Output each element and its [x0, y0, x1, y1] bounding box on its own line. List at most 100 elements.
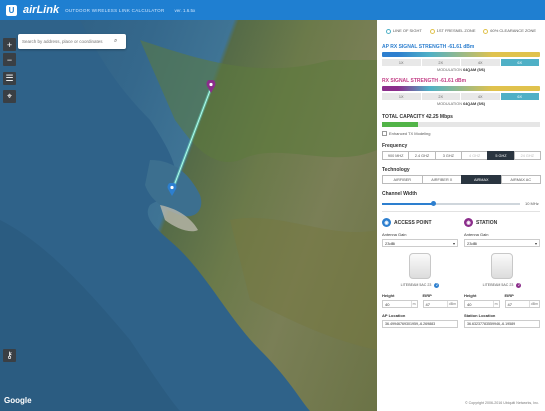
google-attribution: Google — [4, 396, 32, 405]
slider-fill — [382, 202, 434, 205]
legend-line-of-sight: LINE OF SIGHT — [385, 28, 422, 34]
technology-label: Technology — [382, 167, 410, 173]
fresnel-dot-icon — [429, 28, 435, 34]
station-column: ◉ STATION Antenna Gain 23dBi ▾ LITEBEAM … — [464, 218, 540, 328]
tech-airfiber[interactable]: AIRFIBER — [382, 175, 423, 184]
station-device-image — [464, 251, 540, 281]
access-point-column: ◉ ACCESS POINT Antenna Gain 23dBi ▾ LITE… — [382, 218, 458, 328]
link-settings-panel: LINE OF SIGHT 1ST FRESNEL ZONE 60% CLEAR… — [377, 20, 545, 411]
access-point-header: ◉ ACCESS POINT — [382, 218, 458, 227]
key-icon[interactable]: ⚷ — [3, 349, 16, 362]
frequency-selector: 900 MHZ 2.4 GHZ 3 GHZ 4 GHZ 5 GHZ 24 GHZ — [382, 151, 541, 160]
station-level-row: 1X 2X 4X 6X — [382, 93, 540, 100]
ap-height-input[interactable]: 40 m — [382, 300, 418, 308]
tech-airmax[interactable]: AIRMAX — [461, 175, 502, 184]
channel-width-label: Channel Width — [382, 191, 417, 197]
technology-selector: AIRFIBER AIRFIBER X AIRMAX AIRMAX AC — [382, 175, 541, 184]
ap-level-2x: 2X — [421, 59, 461, 66]
station-location-label: Station Location — [464, 313, 496, 318]
search-icon[interactable]: ⌕ — [114, 38, 117, 45]
ap-height-label: Height — [382, 293, 395, 298]
ubiquiti-logo[interactable]: U — [6, 4, 17, 16]
app-brand: airLink — [23, 4, 60, 16]
app-version: ver. 1.6.5x — [174, 7, 196, 13]
map-terrain — [0, 20, 377, 411]
freq-5ghz[interactable]: 5 GHZ — [487, 151, 515, 160]
station-height-eirp: Height 40 m EIRP 47 dBm — [464, 293, 540, 308]
station-signal-bar — [382, 86, 540, 91]
ap-signal-bar — [382, 52, 540, 57]
location-icon[interactable]: ⌖ — [3, 90, 16, 103]
station-level-1x: 1X — [382, 93, 422, 100]
ap-signal-title: AP RX SIGNAL STRENGTH -61.61 dBm — [382, 44, 475, 50]
ap-device-image — [382, 251, 458, 281]
freq-4ghz[interactable]: 4 GHZ — [460, 151, 489, 160]
ap-marker-icon[interactable] — [167, 183, 177, 196]
antenna-dish-icon — [409, 253, 431, 279]
capacity-fill — [382, 122, 419, 127]
clearance-dot-icon — [483, 28, 489, 34]
station-marker-icon[interactable] — [206, 80, 216, 93]
station-height-group: Height 40 m — [464, 293, 500, 308]
freq-2-4ghz[interactable]: 2.4 GHZ — [408, 151, 436, 160]
station-device-badge: 2 — [516, 283, 522, 288]
channel-width-value: 10 MHz — [525, 201, 539, 206]
satellite-map[interactable]: ⌕ + − ☰ ⌖ ⚷ Google — [0, 20, 377, 411]
ap-level-6x: 6X — [500, 59, 540, 66]
slider-knob[interactable] — [430, 201, 436, 206]
ap-level-4x: 4X — [461, 59, 501, 66]
slider-track[interactable] — [382, 202, 520, 205]
tech-airmax-ac[interactable]: AIRMAX AC — [500, 175, 541, 184]
legend-clearance: 60% CLEARANCE ZONE — [483, 28, 536, 34]
frequency-label: Frequency — [382, 143, 408, 149]
ap-location-label: AP Location — [382, 313, 406, 318]
station-header: ◉ STATION — [464, 218, 540, 227]
station-eirp-group: EIRP 47 dBm — [504, 293, 540, 308]
ap-height-eirp: Height 40 m EIRP 47 dBm — [382, 293, 458, 308]
antenna-dish-icon — [491, 253, 513, 279]
divider — [382, 211, 540, 212]
device-columns: ◉ ACCESS POINT Antenna Gain 23dBi ▾ LITE… — [382, 218, 540, 328]
ap-gain-select[interactable]: 23dBi ▾ — [382, 239, 458, 247]
station-level-4x: 4X — [461, 93, 501, 100]
freq-3ghz[interactable]: 3 GHZ — [434, 151, 462, 160]
station-modulation: MODULATION 64QAM (5/6) — [436, 102, 486, 106]
los-dot-icon — [385, 28, 391, 34]
tech-airfiber-x[interactable]: AIRFIBER X — [421, 175, 462, 184]
zoom-out-button[interactable]: − — [3, 53, 16, 66]
copyright-text: © Copyright 2006-2016 Ubiquiti Networks,… — [465, 401, 539, 405]
ap-device-name[interactable]: LITEBEAM 5AC 23 2 — [382, 283, 458, 288]
capacity-bar — [382, 122, 540, 127]
station-location-input[interactable]: 36.63237783559946,-6.19589 — [464, 320, 540, 328]
ap-level-1x: 1X — [382, 59, 422, 66]
freq-24ghz[interactable]: 24 GHZ — [513, 151, 541, 160]
station-gain-select[interactable]: 23dBi ▾ — [464, 239, 540, 247]
map-legend: LINE OF SIGHT 1ST FRESNEL ZONE 60% CLEAR… — [382, 24, 540, 38]
app-header: U airLink OUTDOOR WIRELESS LINK CALCULAT… — [0, 0, 545, 20]
station-eirp-input[interactable]: 47 dBm — [504, 300, 540, 308]
station-height-label: Height — [464, 293, 477, 298]
ap-eirp-group: EIRP 47 dBm — [422, 293, 458, 308]
legend-fresnel: 1ST FRESNEL ZONE — [429, 28, 476, 34]
ap-level-row: 1X 2X 4X 6X — [382, 59, 540, 66]
freq-900mhz[interactable]: 900 MHZ — [382, 151, 410, 160]
station-level-2x: 2X — [421, 93, 461, 100]
enhanced-tx-toggle[interactable]: Enhanced TX Modeling — [382, 131, 540, 136]
station-device-name[interactable]: LITEBEAM 5AC 23 2 — [464, 283, 540, 288]
station-signal-title: RX SIGNAL STRENGTH -61.61 dBm — [382, 78, 467, 84]
ap-gain-label: Antenna Gain — [382, 232, 407, 237]
station-height-input[interactable]: 40 m — [464, 300, 500, 308]
ap-location-input[interactable]: 36.49946769301959,-6.269883 — [382, 320, 458, 328]
station-level-6x: 6X — [500, 93, 540, 100]
zoom-in-button[interactable]: + — [3, 38, 16, 51]
capacity-title: TOTAL CAPACITY 42.25 Mbps — [382, 114, 453, 120]
station-gain-label: Antenna Gain — [464, 232, 489, 237]
map-search-box[interactable]: ⌕ — [18, 34, 126, 49]
layers-icon[interactable]: ☰ — [3, 72, 16, 85]
ap-eirp-input[interactable]: 47 dBm — [422, 300, 458, 308]
channel-width-slider[interactable]: 10 MHz — [382, 200, 540, 207]
checkbox-icon[interactable] — [382, 131, 387, 136]
map-search-input[interactable] — [22, 39, 114, 44]
chevron-down-icon: ▾ — [452, 240, 455, 246]
ap-eirp-label: EIRP — [422, 293, 432, 298]
